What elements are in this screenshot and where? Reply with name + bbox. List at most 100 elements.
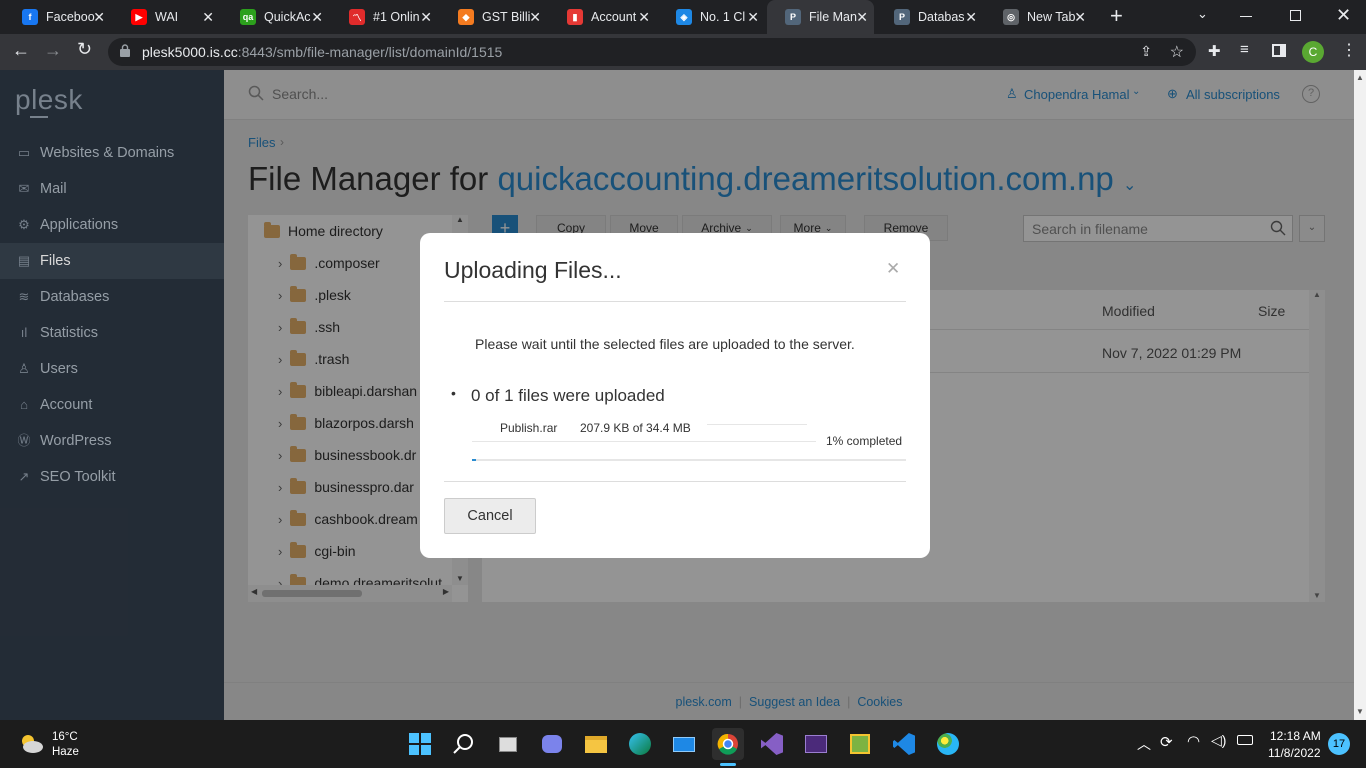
online-icon: 〽 [349,9,365,25]
tab-close-icon[interactable]: ✕ [311,9,323,26]
close-icon[interactable]: ✕ [886,259,900,279]
browser-tab[interactable]: 〽 #1 Onlin ✕ [331,0,438,34]
sticky-tool-icon[interactable] [844,728,876,760]
chrome-icon[interactable] [712,728,744,760]
battery-icon[interactable] [1237,735,1253,745]
browser-tab[interactable]: ◆ GST Billi ✕ [440,0,547,34]
tab-close-icon[interactable]: ✕ [747,9,759,26]
tab-close-icon[interactable]: ✕ [1074,9,1086,26]
upload-dialog: Uploading Files... ✕ Please wait until t… [420,233,930,558]
wifi-icon[interactable]: ◠ [1187,732,1200,750]
tab-close-icon[interactable]: ✕ [856,9,868,26]
back-icon[interactable]: ← [12,40,30,61]
url-path: :8443/smb/file-manager/list/domainId/151… [237,44,503,60]
tab-close-icon[interactable]: ✕ [93,9,105,26]
tab-close-icon[interactable]: ✕ [965,9,977,26]
tab-title: Account [591,10,637,24]
sync-icon[interactable]: ⟳ [1160,733,1173,751]
search-icon[interactable] [448,728,480,760]
weather-desc[interactable]: Haze [52,746,79,758]
visual-studio-icon[interactable] [756,728,788,760]
page-scrollbar[interactable]: ▲ ▼ [1354,70,1366,720]
browser-menu-icon[interactable]: ⋮ [1341,40,1357,60]
browser-tab[interactable]: f Faceboo ✕ [4,0,111,34]
browser-tab-strip: f Faceboo ✕ ▶ WAI ✕ qa QuickAc ✕ 〽 #1 Onlin ✕ ◆ GST B… [0,0,1366,34]
bookmark-star-icon[interactable]: ☆ [1170,42,1184,62]
browser-tab[interactable]: qa QuickAc ✕ [222,0,329,34]
mail-icon[interactable] [668,728,700,760]
profile-avatar[interactable]: C [1302,41,1324,63]
close-window-button[interactable]: ✕ [1336,5,1351,26]
dialog-message: Please wait until the selected files are… [475,336,855,352]
tray-overflow-icon[interactable]: ︿ [1137,734,1151,754]
address-bar[interactable]: plesk5000.is.cc:8443/smb/file-manager/li… [108,38,1196,66]
tab-close-icon[interactable]: ✕ [202,9,214,26]
share-icon[interactable]: ⇪ [1140,43,1152,60]
lock-icon [120,44,130,57]
browser-tab[interactable]: ▶ WAI ✕ [113,0,220,34]
restore-button[interactable] [1290,10,1301,21]
edge-icon[interactable] [624,728,656,760]
tab-title: WAI [155,10,179,24]
side-panel-icon[interactable] [1272,44,1286,57]
tab-search-chevron-icon[interactable]: ⌄ [1197,6,1208,22]
terminal-icon[interactable] [800,728,832,760]
bullet: • [451,385,456,401]
start-icon[interactable] [404,728,436,760]
browser-tab[interactable]: ◈ No. 1 Cl ✕ [658,0,765,34]
clock-time[interactable]: 12:18 AM [1270,729,1321,743]
extensions-icon[interactable]: ✚ [1208,42,1221,60]
browser-toolbar: ← → ↻ plesk5000.is.cc:8443/smb/file-mana… [0,34,1366,70]
tab-close-icon[interactable]: ✕ [529,9,541,26]
quickaccounting-icon: qa [240,9,256,25]
tab-title: New Tab [1027,10,1076,24]
progress-fill [472,459,477,461]
dialog-footer-divider [444,481,906,482]
file-row-divider [472,441,816,442]
browser-tab[interactable]: ◎ New Tab ✕ [985,0,1092,34]
weather-icon[interactable] [18,732,44,754]
chat-icon[interactable] [536,728,568,760]
forward-icon[interactable]: → [44,40,62,61]
volume-icon[interactable]: ◁) [1211,732,1226,749]
vscode-icon[interactable] [888,728,920,760]
tab-title: No. 1 Cl [700,10,746,24]
dialog-title: Uploading Files... [444,257,622,283]
progress-track [472,459,906,461]
browser-tab[interactable]: ▮ Account ✕ [549,0,656,34]
media-control-icon[interactable]: ≡ [1240,41,1249,58]
task-view-icon[interactable] [492,728,524,760]
tab-title: File Man [809,10,857,24]
tab-title: QuickAc [264,10,311,24]
tab-title: #1 Onlin [373,10,420,24]
tab-title: Faceboo [46,10,95,24]
weather-temp[interactable]: 16°C [52,731,78,743]
facebook-icon: f [22,9,38,25]
plesk-icon: P [785,9,801,25]
gst-icon: ◆ [458,9,474,25]
url-host: plesk5000.is.cc [142,44,238,60]
chrome-icon: ◎ [1003,9,1019,25]
file-explorer-icon[interactable] [580,728,612,760]
clock-date[interactable]: 11/8/2022 [1268,746,1321,760]
tab-title: GST Billi [482,10,531,24]
paint-icon[interactable] [932,728,964,760]
browser-tab[interactable]: P Databas ✕ [876,0,983,34]
tab-close-icon[interactable]: ✕ [638,9,650,26]
minimize-button[interactable] [1240,16,1252,17]
windows-taskbar: 16°C Haze ︿ ⟳ ◠ ◁) 12:18 AM 11/8/2022 17 [0,720,1366,768]
cancel-button[interactable]: Cancel [444,498,536,534]
diamond-icon: ◈ [676,9,692,25]
completed-text: 1% completed [826,434,903,448]
notification-badge[interactable]: 17 [1328,733,1350,755]
reload-icon[interactable]: ↻ [77,39,92,60]
file-progress-text: 207.9 KB of 34.4 MB [580,421,691,435]
new-tab-button[interactable]: + [1110,5,1130,29]
tab-close-icon[interactable]: ✕ [420,9,432,26]
chrome-active-indicator [720,763,736,766]
file-name: Publish.rar [500,421,558,435]
browser-tab[interactable]: P File Man ✕ [767,0,874,34]
modal-backdrop-sidebar [0,70,224,720]
tab-title: Databas [918,10,965,24]
plesk-icon: P [894,9,910,25]
